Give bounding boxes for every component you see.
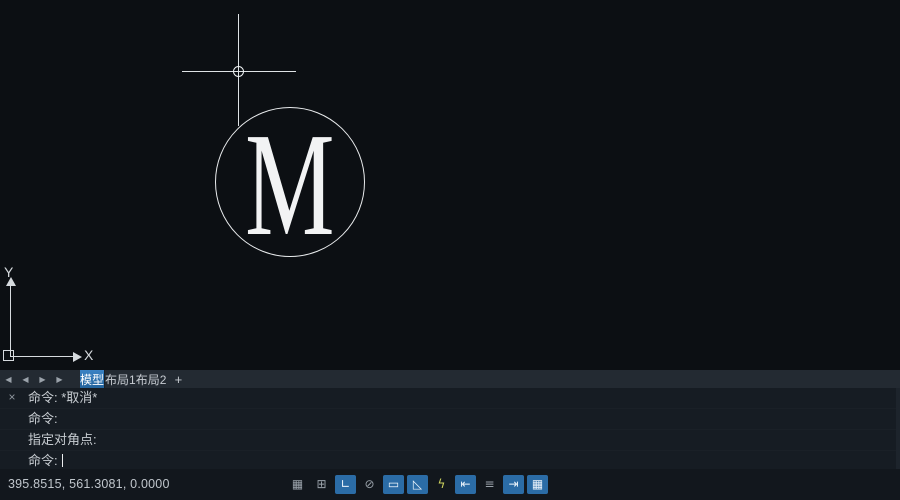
tab-nav-last-icon: ▶ [56, 375, 62, 384]
ucs-x-label: X [84, 347, 93, 363]
object-snap-tracking-toggle[interactable]: ◺ [407, 475, 428, 494]
ucs-x-axis-line [10, 356, 76, 357]
text-entity-m: M [245, 111, 334, 259]
command-window[interactable]: × 命令: *取消* 命令: 指定对角点: 命令: [0, 388, 900, 470]
tab-nav-first-icon: ◀ [5, 375, 11, 384]
layout-tabbar: ◀ ◀ ▶ ▶ 模型 布局1 布局2 + [0, 370, 900, 389]
circle-entity[interactable]: M [215, 107, 365, 257]
lineweight-toggle[interactable]: ≡ [479, 475, 500, 494]
ortho-mode-toggle[interactable]: ∟ [335, 475, 356, 494]
dynamic-ucs-toggle[interactable]: ⇤ [455, 475, 476, 494]
ucs-origin-box-icon [3, 350, 14, 361]
coordinate-readout: 395.8515, 561.3081, 0.0000 [8, 469, 170, 500]
dynamic-input-toggle[interactable]: ϟ [431, 475, 452, 494]
tab-nav-prev-icon: ◀ [22, 375, 28, 384]
ucs-y-axis-line [10, 286, 11, 356]
quick-properties-toggle[interactable]: ⇥ [503, 475, 524, 494]
lineweight-icon: ≡ [484, 475, 494, 494]
tab-layout2[interactable]: 布局2 [136, 370, 167, 388]
object-snap-icon: ▭ [388, 475, 399, 494]
tab-nav-next-button[interactable]: ▶ [34, 370, 51, 388]
object-snap-toggle[interactable]: ▭ [383, 475, 404, 494]
command-history-line: 指定对角点: [0, 430, 900, 451]
polar-tracking-icon: ⊘ [364, 475, 374, 494]
dynamic-ucs-icon: ⇤ [460, 475, 470, 494]
tab-nav-last-button[interactable]: ▶ [51, 370, 68, 388]
annotation-scale-toggle[interactable]: ▦ [527, 475, 548, 494]
ucs-y-label: Y [4, 264, 13, 280]
polar-tracking-toggle[interactable]: ⊘ [359, 475, 380, 494]
tab-nav-prev-button[interactable]: ◀ [17, 370, 34, 388]
status-bar: 395.8515, 561.3081, 0.0000 ▦ ⊞ ∟ ⊘ ▭ ◺ ϟ [0, 469, 900, 500]
ortho-mode-icon: ∟ [340, 475, 350, 494]
tab-layout1[interactable]: 布局1 [105, 370, 136, 388]
ucs-x-arrowhead-icon [73, 352, 82, 362]
add-layout-button[interactable]: + [166, 370, 190, 388]
quick-properties-icon: ⇥ [508, 475, 518, 494]
command-prompt-label: 命令: [28, 453, 58, 468]
crosshair-pickbox-icon [233, 66, 244, 77]
command-scrollbar[interactable] [896, 388, 900, 469]
annotation-scale-icon: ▦ [532, 475, 543, 494]
tab-model[interactable]: 模型 [80, 370, 105, 388]
grid-display-icon: ▦ [292, 475, 303, 494]
dynamic-input-icon: ϟ [438, 475, 446, 494]
text-caret [62, 454, 63, 467]
snap-mode-icon: ⊞ [316, 475, 326, 494]
snap-mode-toggle[interactable]: ⊞ [311, 475, 332, 494]
grid-display-toggle[interactable]: ▦ [287, 475, 308, 494]
status-toggle-group: ▦ ⊞ ∟ ⊘ ▭ ◺ ϟ ⇤ ≡ [287, 475, 548, 494]
command-history-line: 命令: [0, 409, 900, 430]
command-history-line: 命令: *取消* [0, 388, 900, 409]
drawing-canvas[interactable]: M Y X [0, 0, 900, 370]
cad-window: M Y X ◀ ◀ ▶ ▶ 模型 布局1 布局2 + × 命令: *取消* 命令… [0, 0, 900, 500]
tab-nav-first-button[interactable]: ◀ [0, 370, 17, 388]
object-snap-tracking-icon: ◺ [413, 475, 422, 494]
tab-nav-next-icon: ▶ [39, 375, 45, 384]
